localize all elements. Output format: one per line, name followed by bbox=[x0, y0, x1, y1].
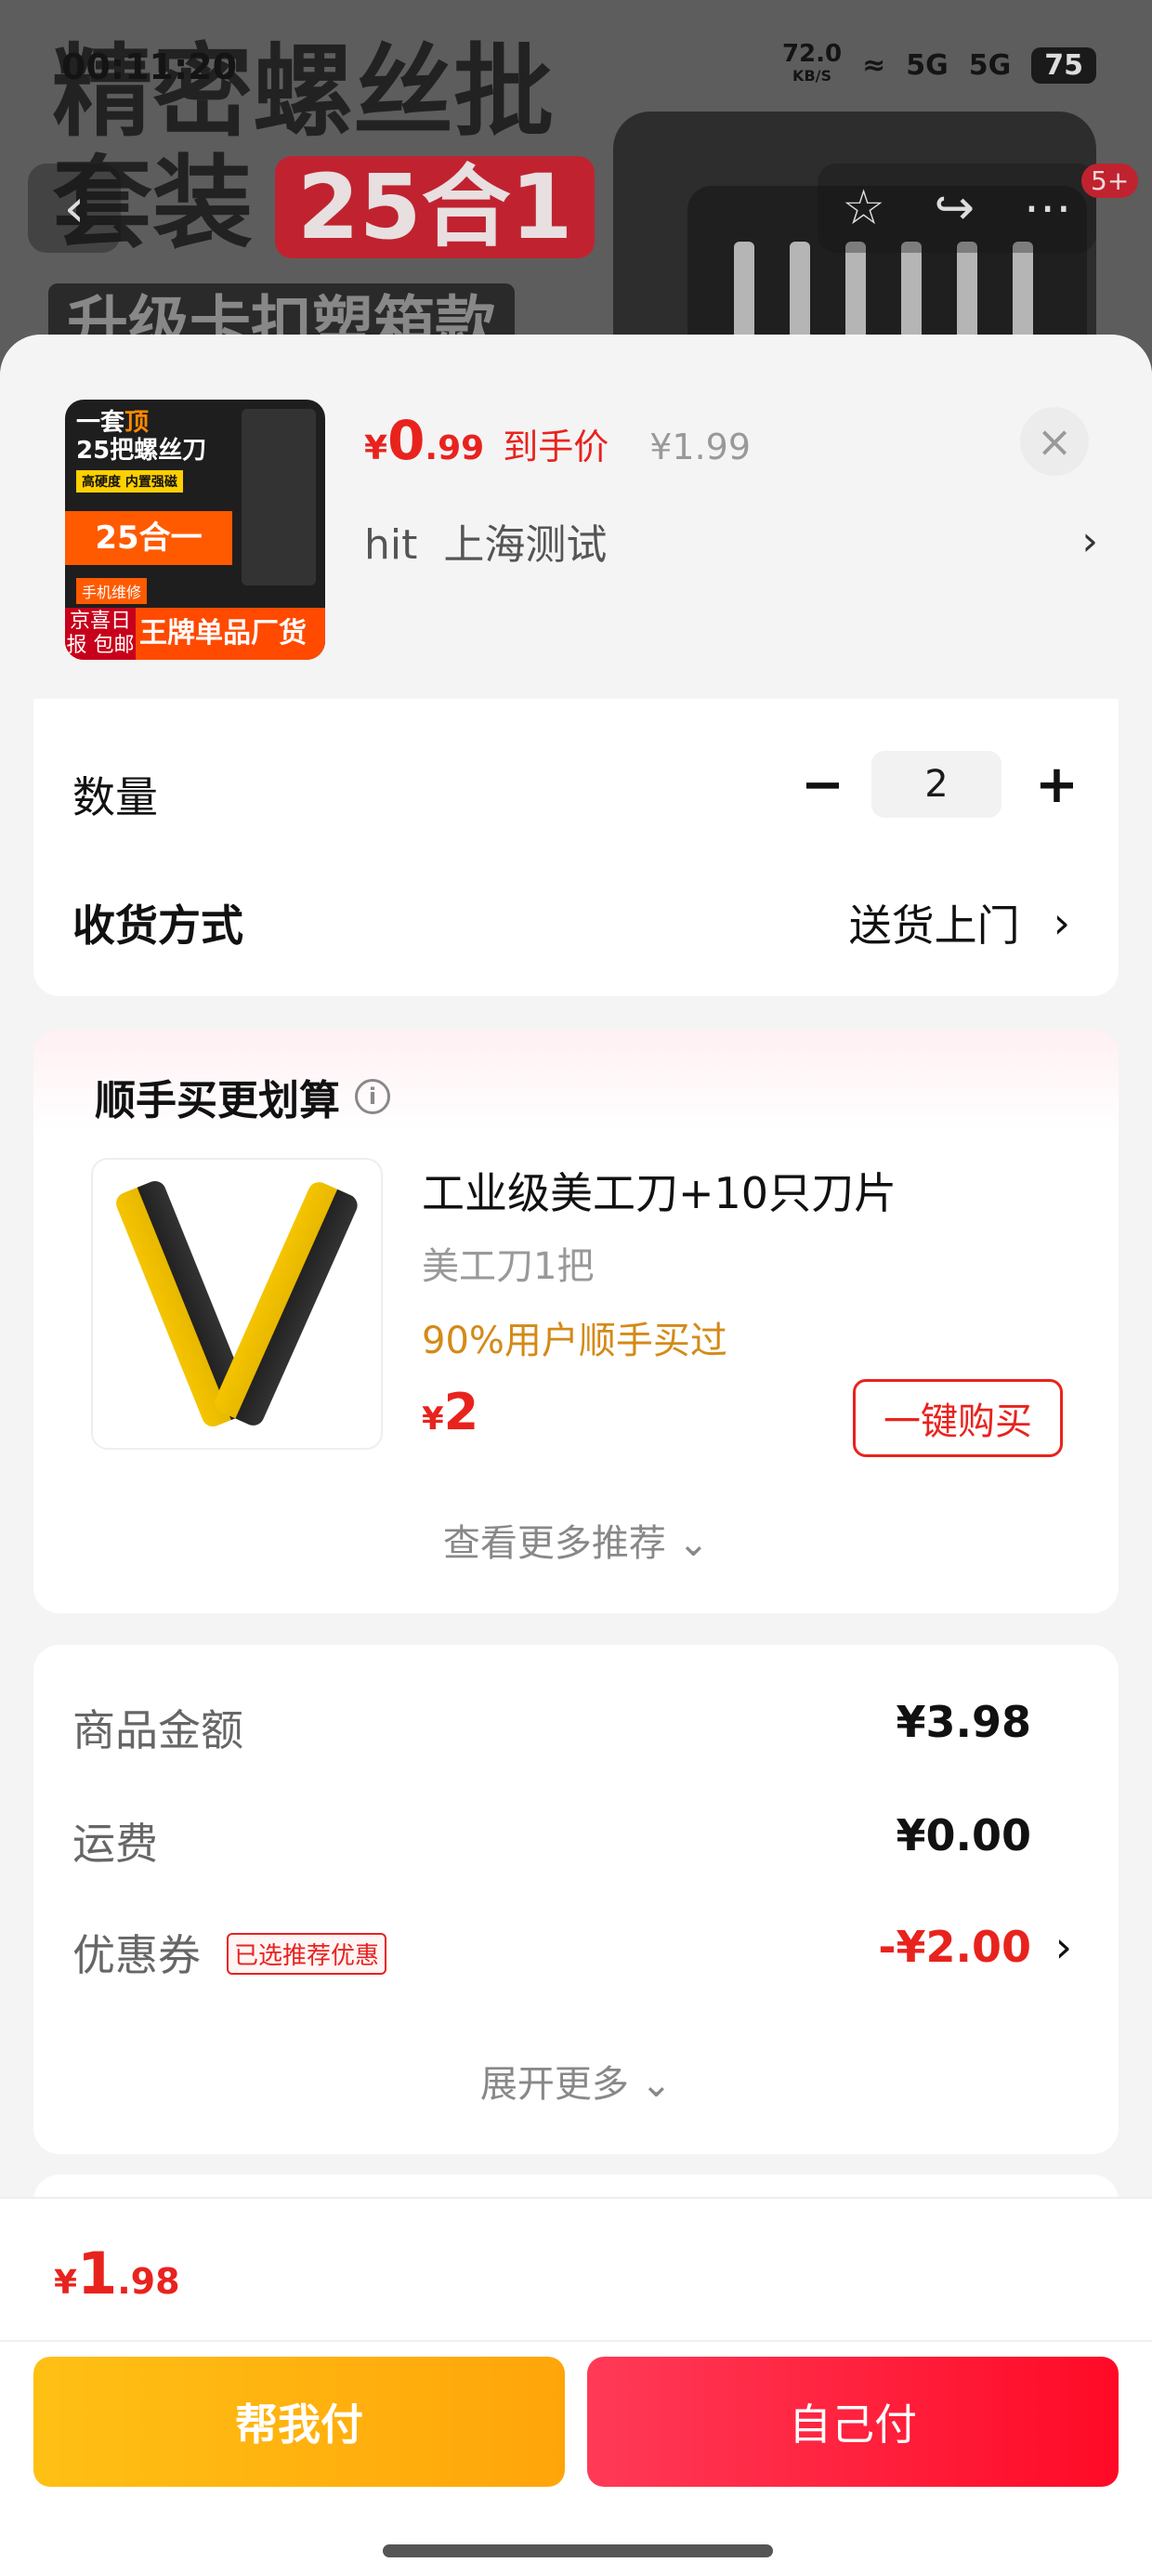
coupon-value[interactable]: -¥2.00 bbox=[878, 1922, 1031, 1972]
upsell-product-name[interactable]: 工业级美工刀+10只刀片 bbox=[422, 1160, 897, 1221]
back-arrow-icon[interactable]: ‹ bbox=[28, 164, 121, 253]
delivery-label: 收货方式 bbox=[72, 900, 243, 951]
chevron-right-icon: › bbox=[1053, 898, 1070, 948]
coupon-badge: 已选推荐优惠 bbox=[227, 1933, 387, 1975]
status-bar: 00:11:20 72.0 KB/S ≈ 5G 5G 75 bbox=[0, 0, 1152, 121]
expand-more-link[interactable]: 展开更多 ⌄ bbox=[33, 2054, 1119, 2108]
shipping-label: 运费 bbox=[72, 1819, 158, 1869]
pay-myself-button[interactable]: 自己付 bbox=[587, 2357, 1119, 2487]
status-indicators: 72.0 KB/S ≈ 5G 5G 75 bbox=[781, 40, 1096, 87]
total-price: ¥1.98 bbox=[54, 2240, 180, 2307]
battery-icon: 75 bbox=[1031, 46, 1096, 84]
message-badge: 5+ bbox=[1081, 164, 1139, 198]
product-thumbnail[interactable]: 一套顶25把螺丝刀 高硬度 内置强磁 25合一 手机维修 王牌单品厂货百补 京喜… bbox=[65, 400, 325, 660]
quantity-stepper: − 2 + bbox=[801, 751, 1079, 818]
quantity-label: 数量 bbox=[72, 772, 158, 822]
status-time: 00:11:20 bbox=[61, 46, 238, 87]
upsell-card: 顺手买更划算 i 工业级美工刀+10只刀片 美工刀1把 90%用户顺手买过 ¥2… bbox=[33, 1030, 1119, 1613]
upsell-social-proof: 90%用户顺手买过 bbox=[422, 1320, 727, 1362]
goods-amount-label: 商品金额 bbox=[72, 1705, 243, 1755]
more-recommendations-link[interactable]: 查看更多推荐 ⌄ bbox=[33, 1513, 1119, 1567]
options-card: 数量 − 2 + 收货方式 送货上门 › bbox=[33, 699, 1119, 996]
address-row[interactable]: hit 上海测试 › bbox=[364, 511, 1098, 571]
original-price: ¥1.99 bbox=[649, 427, 752, 467]
home-indicator[interactable] bbox=[383, 2544, 773, 2557]
nav-actions: ☆ ↪ ⋯ bbox=[818, 164, 1096, 253]
minus-button[interactable]: − bbox=[801, 755, 844, 815]
upsell-product-image[interactable] bbox=[91, 1158, 383, 1450]
price-summary-card: 商品金额 ¥3.98 运费 ¥0.00 优惠券 已选推荐优惠 -¥2.00 › … bbox=[33, 1645, 1119, 2154]
signal-5g-icon: 5G bbox=[906, 48, 949, 82]
quantity-input[interactable]: 2 bbox=[871, 751, 1001, 818]
chevron-right-icon[interactable]: › bbox=[1055, 1922, 1072, 1972]
shipping-value: ¥0.00 bbox=[896, 1810, 1031, 1860]
price-decimal: .99 bbox=[425, 429, 485, 467]
coupon-label: 优惠券 bbox=[72, 1930, 201, 1980]
address-text: hit 上海测试 bbox=[364, 521, 608, 569]
info-icon[interactable]: i bbox=[355, 1079, 390, 1114]
upsell-product-spec: 美工刀1把 bbox=[422, 1245, 595, 1288]
one-click-buy-button[interactable]: 一键购买 bbox=[853, 1379, 1063, 1457]
price-integer: 0 bbox=[387, 409, 425, 472]
price-symbol: ¥ bbox=[364, 429, 388, 467]
wifi-icon: ≈ bbox=[862, 48, 886, 82]
price-row: ¥ 0 .99 到手价 ¥1.99 bbox=[364, 409, 751, 472]
divider bbox=[0, 2340, 1152, 2342]
signal-5g-icon: 5G bbox=[968, 48, 1012, 82]
chevron-right-icon: › bbox=[1081, 517, 1098, 565]
more-icon[interactable]: ⋯ bbox=[1024, 180, 1072, 236]
checkout-bar: ¥1.98 帮我付 自己付 bbox=[0, 2197, 1152, 2576]
close-icon[interactable]: × bbox=[1020, 407, 1089, 476]
goods-amount-value: ¥3.98 bbox=[896, 1697, 1031, 1747]
star-icon[interactable]: ☆ bbox=[842, 180, 885, 236]
upsell-price: ¥2 bbox=[422, 1383, 479, 1441]
final-price-label: 到手价 bbox=[503, 427, 609, 467]
product-header: 一套顶25把螺丝刀 高硬度 内置强磁 25合一 手机维修 王牌单品厂货百补 京喜… bbox=[0, 335, 1152, 697]
help-me-pay-button[interactable]: 帮我付 bbox=[33, 2357, 565, 2487]
delivery-value: 送货上门 bbox=[848, 900, 1020, 951]
plus-button[interactable]: + bbox=[1035, 755, 1079, 815]
upsell-title: 顺手买更划算 i bbox=[95, 1067, 390, 1126]
background-badge: 25合1 bbox=[275, 156, 596, 258]
network-speed: 72.0 KB/S bbox=[781, 40, 843, 85]
delivery-selector[interactable]: 送货上门 › bbox=[849, 892, 1070, 953]
share-icon[interactable]: ↪ bbox=[935, 180, 975, 236]
